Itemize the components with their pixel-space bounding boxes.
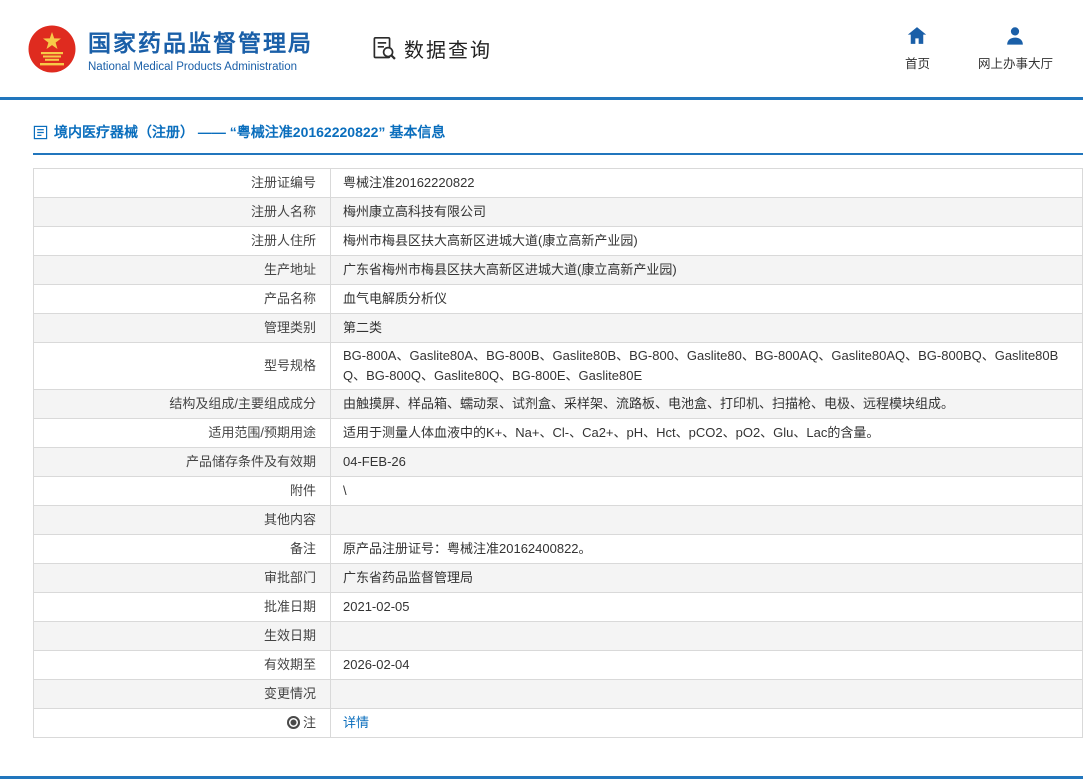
document-icon xyxy=(33,125,48,139)
row-value xyxy=(330,505,1083,536)
row-label: 型号规格 xyxy=(33,341,331,391)
table-row: 结构及组成/主要组成成分 由触摸屏、样品箱、蠕动泵、试剂盒、采样架、流路板、电池盒… xyxy=(33,389,1083,420)
row-value: 原产品注册证号：粤械注准20162400822。 xyxy=(330,534,1083,565)
row-label: 其他内容 xyxy=(33,505,331,536)
table-row: 备注 原产品注册证号：粤械注准20162400822。 xyxy=(33,534,1083,565)
row-label: 审批部门 xyxy=(33,563,331,594)
row-label: 注 xyxy=(33,708,331,739)
table-row: 附件 \ xyxy=(33,476,1083,507)
table-row: 批准日期 2021-02-05 xyxy=(33,592,1083,623)
table-row: 注详情 xyxy=(33,708,1083,739)
table-row: 变更情况 xyxy=(33,679,1083,710)
nav-home-label: 首页 xyxy=(904,56,930,71)
row-value: 梅州市梅县区扶大高新区进城大道(康立高新产业园) xyxy=(330,226,1083,256)
table-row: 生效日期 xyxy=(33,621,1083,652)
row-label: 注册人名称 xyxy=(33,197,331,227)
row-label: 变更情况 xyxy=(33,679,331,710)
table-row: 生产地址 广东省梅州市梅县区扶大高新区进城大道(康立高新产业园) xyxy=(33,255,1083,285)
home-icon xyxy=(908,26,927,44)
registration-info-table: 注册证编号 粤械注准20162220822 注册人名称 梅州康立高科技有限公司 注册人住… xyxy=(33,168,1083,739)
row-value: BG-800A、Gaslite80A、BG-800B、Gaslite80B、BG… xyxy=(330,341,1083,391)
data-query-label: 数据查询 xyxy=(404,40,492,62)
row-value: 广东省药品监督管理局 xyxy=(330,563,1083,594)
breadcrumb: 境内医疗器械（注册） —— “粤械注准20162220822” 基本信息 xyxy=(33,122,1083,155)
row-label: 批准日期 xyxy=(33,592,331,623)
nav-online-hall-label: 网上办事大厅 xyxy=(977,56,1053,71)
row-value: 详情 xyxy=(330,708,1083,739)
data-query-icon xyxy=(373,36,396,60)
row-value: 第二类 xyxy=(330,313,1083,343)
row-label: 管理类别 xyxy=(33,313,331,343)
row-value: 适用于测量人体血液中的K+、Na+、Cl-、Ca2+、pH、Hct、pCO2、p… xyxy=(330,418,1083,449)
table-row: 注册证编号 粤械注准20162220822 xyxy=(33,168,1083,198)
row-value: 梅州康立高科技有限公司 xyxy=(330,197,1083,227)
note-icon xyxy=(286,716,300,730)
row-value: \ xyxy=(330,476,1083,507)
nav-online-hall[interactable]: 网上办事大厅 xyxy=(978,26,1053,72)
row-value: 血气电解质分析仪 xyxy=(330,284,1083,314)
national-emblem-icon xyxy=(28,25,76,72)
table-row: 适用范围/预期用途 适用于测量人体血液中的K+、Na+、Cl-、Ca2+、pH、H… xyxy=(33,418,1083,449)
table-row: 产品名称 血气电解质分析仪 xyxy=(33,284,1083,314)
row-value: 由触摸屏、样品箱、蠕动泵、试剂盒、采样架、流路板、电池盒、打印机、扫描枪、电极、… xyxy=(330,389,1083,420)
row-label: 产品名称 xyxy=(33,284,331,314)
row-label: 生效日期 xyxy=(33,621,331,652)
row-label: 适用范围/预期用途 xyxy=(33,418,331,449)
row-value: 粤械注准20162220822 xyxy=(330,168,1083,198)
nav-home[interactable]: 首页 xyxy=(905,26,930,72)
table-row: 注册人名称 梅州康立高科技有限公司 xyxy=(33,197,1083,227)
table-row: 管理类别 第二类 xyxy=(33,313,1083,343)
header-nav: 首页 网上办事大厅 xyxy=(905,26,1053,72)
row-value: 2021-02-05 xyxy=(330,592,1083,623)
data-query-title: 数据查询 xyxy=(371,34,492,63)
site-logo[interactable]: 国家药品监督管理局 National Medical Products Admi… xyxy=(28,24,313,73)
table-row: 有效期至 2026-02-04 xyxy=(33,650,1083,681)
table-body: 注册证编号 粤械注准20162220822 注册人名称 梅州康立高科技有限公司 注册人住… xyxy=(33,168,1083,739)
org-name-en: National Medical Products Administration xyxy=(88,61,298,73)
row-label: 注册人住所 xyxy=(33,226,331,256)
row-label: 生产地址 xyxy=(33,255,331,285)
detail-link[interactable]: 详情 xyxy=(343,715,369,730)
org-name-cn: 国家药品监督管理局 xyxy=(88,30,313,56)
row-value: 04-FEB-26 xyxy=(330,447,1083,478)
user-icon xyxy=(1007,26,1024,45)
org-names: 国家药品监督管理局 National Medical Products Admi… xyxy=(88,24,313,73)
table-row: 注册人住所 梅州市梅县区扶大高新区进城大道(康立高新产业园) xyxy=(33,226,1083,256)
page-title: 境内医疗器械（注册） —— “粤械注准20162220822” 基本信息 xyxy=(54,124,446,140)
row-value xyxy=(330,679,1083,710)
row-label: 结构及组成/主要组成成分 xyxy=(33,389,331,420)
row-label: 有效期至 xyxy=(33,650,331,681)
table-row: 其他内容 xyxy=(33,505,1083,536)
row-label: 注册证编号 xyxy=(33,168,331,198)
row-value: 2026-02-04 xyxy=(330,650,1083,681)
row-label: 附件 xyxy=(33,476,331,507)
table-row: 型号规格 BG-800A、Gaslite80A、BG-800B、Gaslite80… xyxy=(33,341,1083,391)
table-row: 产品储存条件及有效期 04-FEB-26 xyxy=(33,447,1083,478)
row-label: 备注 xyxy=(33,534,331,565)
row-label: 产品储存条件及有效期 xyxy=(33,447,331,478)
site-header: 国家药品监督管理局 National Medical Products Admi… xyxy=(0,0,1083,97)
row-value xyxy=(330,621,1083,652)
row-value: 广东省梅州市梅县区扶大高新区进城大道(康立高新产业园) xyxy=(330,255,1083,285)
table-row: 审批部门 广东省药品监督管理局 xyxy=(33,563,1083,594)
main-content: 境内医疗器械（注册） —— “粤械注准20162220822” 基本信息 注册证… xyxy=(0,100,1083,739)
